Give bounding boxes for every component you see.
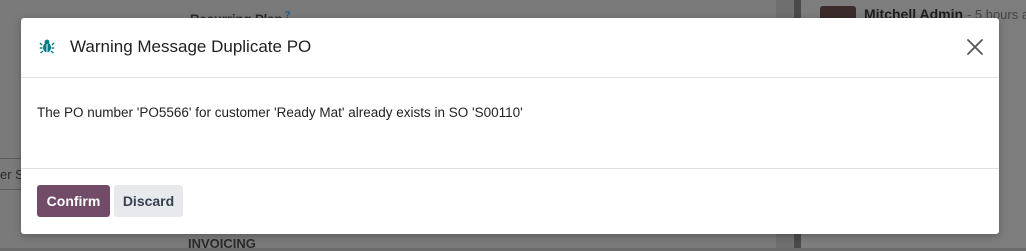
dialog-header: Warning Message Duplicate PO bbox=[21, 18, 999, 78]
bug-icon bbox=[39, 39, 55, 54]
background-section-title: INVOICING bbox=[188, 236, 256, 251]
warning-dialog: Warning Message Duplicate PO The PO numb… bbox=[21, 18, 999, 234]
discard-button[interactable]: Discard bbox=[114, 185, 183, 217]
confirm-button[interactable]: Confirm bbox=[37, 185, 110, 217]
close-icon[interactable] bbox=[963, 35, 987, 59]
dialog-body: The PO number 'PO5566' for customer 'Rea… bbox=[21, 78, 999, 169]
warning-message: The PO number 'PO5566' for customer 'Rea… bbox=[37, 105, 523, 120]
dialog-title: Warning Message Duplicate PO bbox=[70, 37, 312, 56]
dialog-footer: Confirm Discard bbox=[21, 169, 999, 234]
